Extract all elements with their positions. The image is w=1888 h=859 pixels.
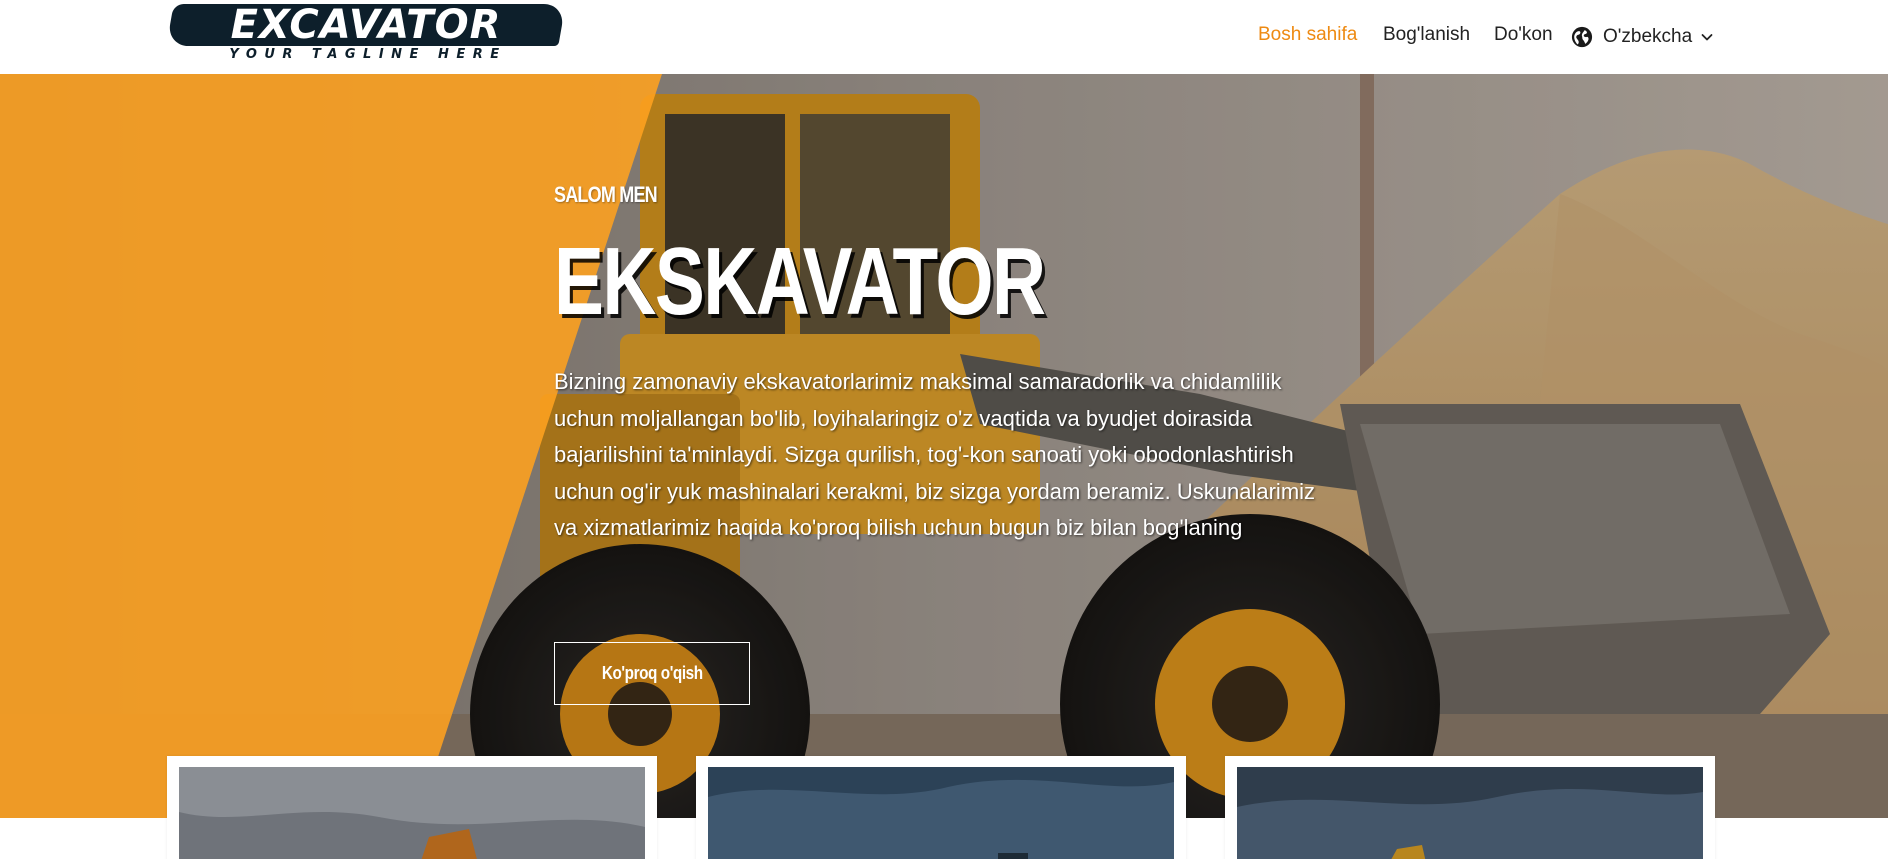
feature-card-1[interactable] [167, 756, 657, 859]
language-selector[interactable]: O'zbekcha [1571, 22, 1721, 52]
card-image-2 [708, 767, 1174, 859]
read-more-label: Ko'proq o'qish [601, 663, 703, 683]
read-more-button[interactable]: Ko'proq o'qish [554, 642, 750, 705]
chevron-down-icon [1701, 34, 1713, 41]
globe-icon [1571, 26, 1593, 48]
hero-eyebrow: SALOM MEN [554, 182, 658, 207]
nav-item-shop[interactable]: Do'kon [1494, 24, 1553, 46]
main-nav: Bosh sahifa Bog'lanish Do'kon O'zbekcha [0, 0, 1888, 74]
card-image-3 [1237, 767, 1703, 859]
hero-section: SALOM MEN EKSKAVATOR Bizning zamonaviy e… [0, 74, 1888, 818]
feature-card-2[interactable] [696, 756, 1186, 859]
nav-item-contact[interactable]: Bog'lanish [1383, 24, 1470, 46]
hero-title: EKSKAVATOR [554, 228, 1046, 335]
card-image-1 [179, 767, 645, 859]
feature-card-3[interactable] [1225, 756, 1715, 859]
hero-content: SALOM MEN EKSKAVATOR Bizning zamonaviy e… [554, 74, 1315, 818]
nav-item-home[interactable]: Bosh sahifa [1258, 24, 1357, 46]
hero-description: Bizning zamonaviy ekskavatorlarimiz maks… [554, 369, 1316, 540]
site-header: EXCAVATOR YOUR TAGLINE HERE Bosh sahifa … [0, 0, 1888, 74]
language-label: O'zbekcha [1603, 26, 1693, 47]
